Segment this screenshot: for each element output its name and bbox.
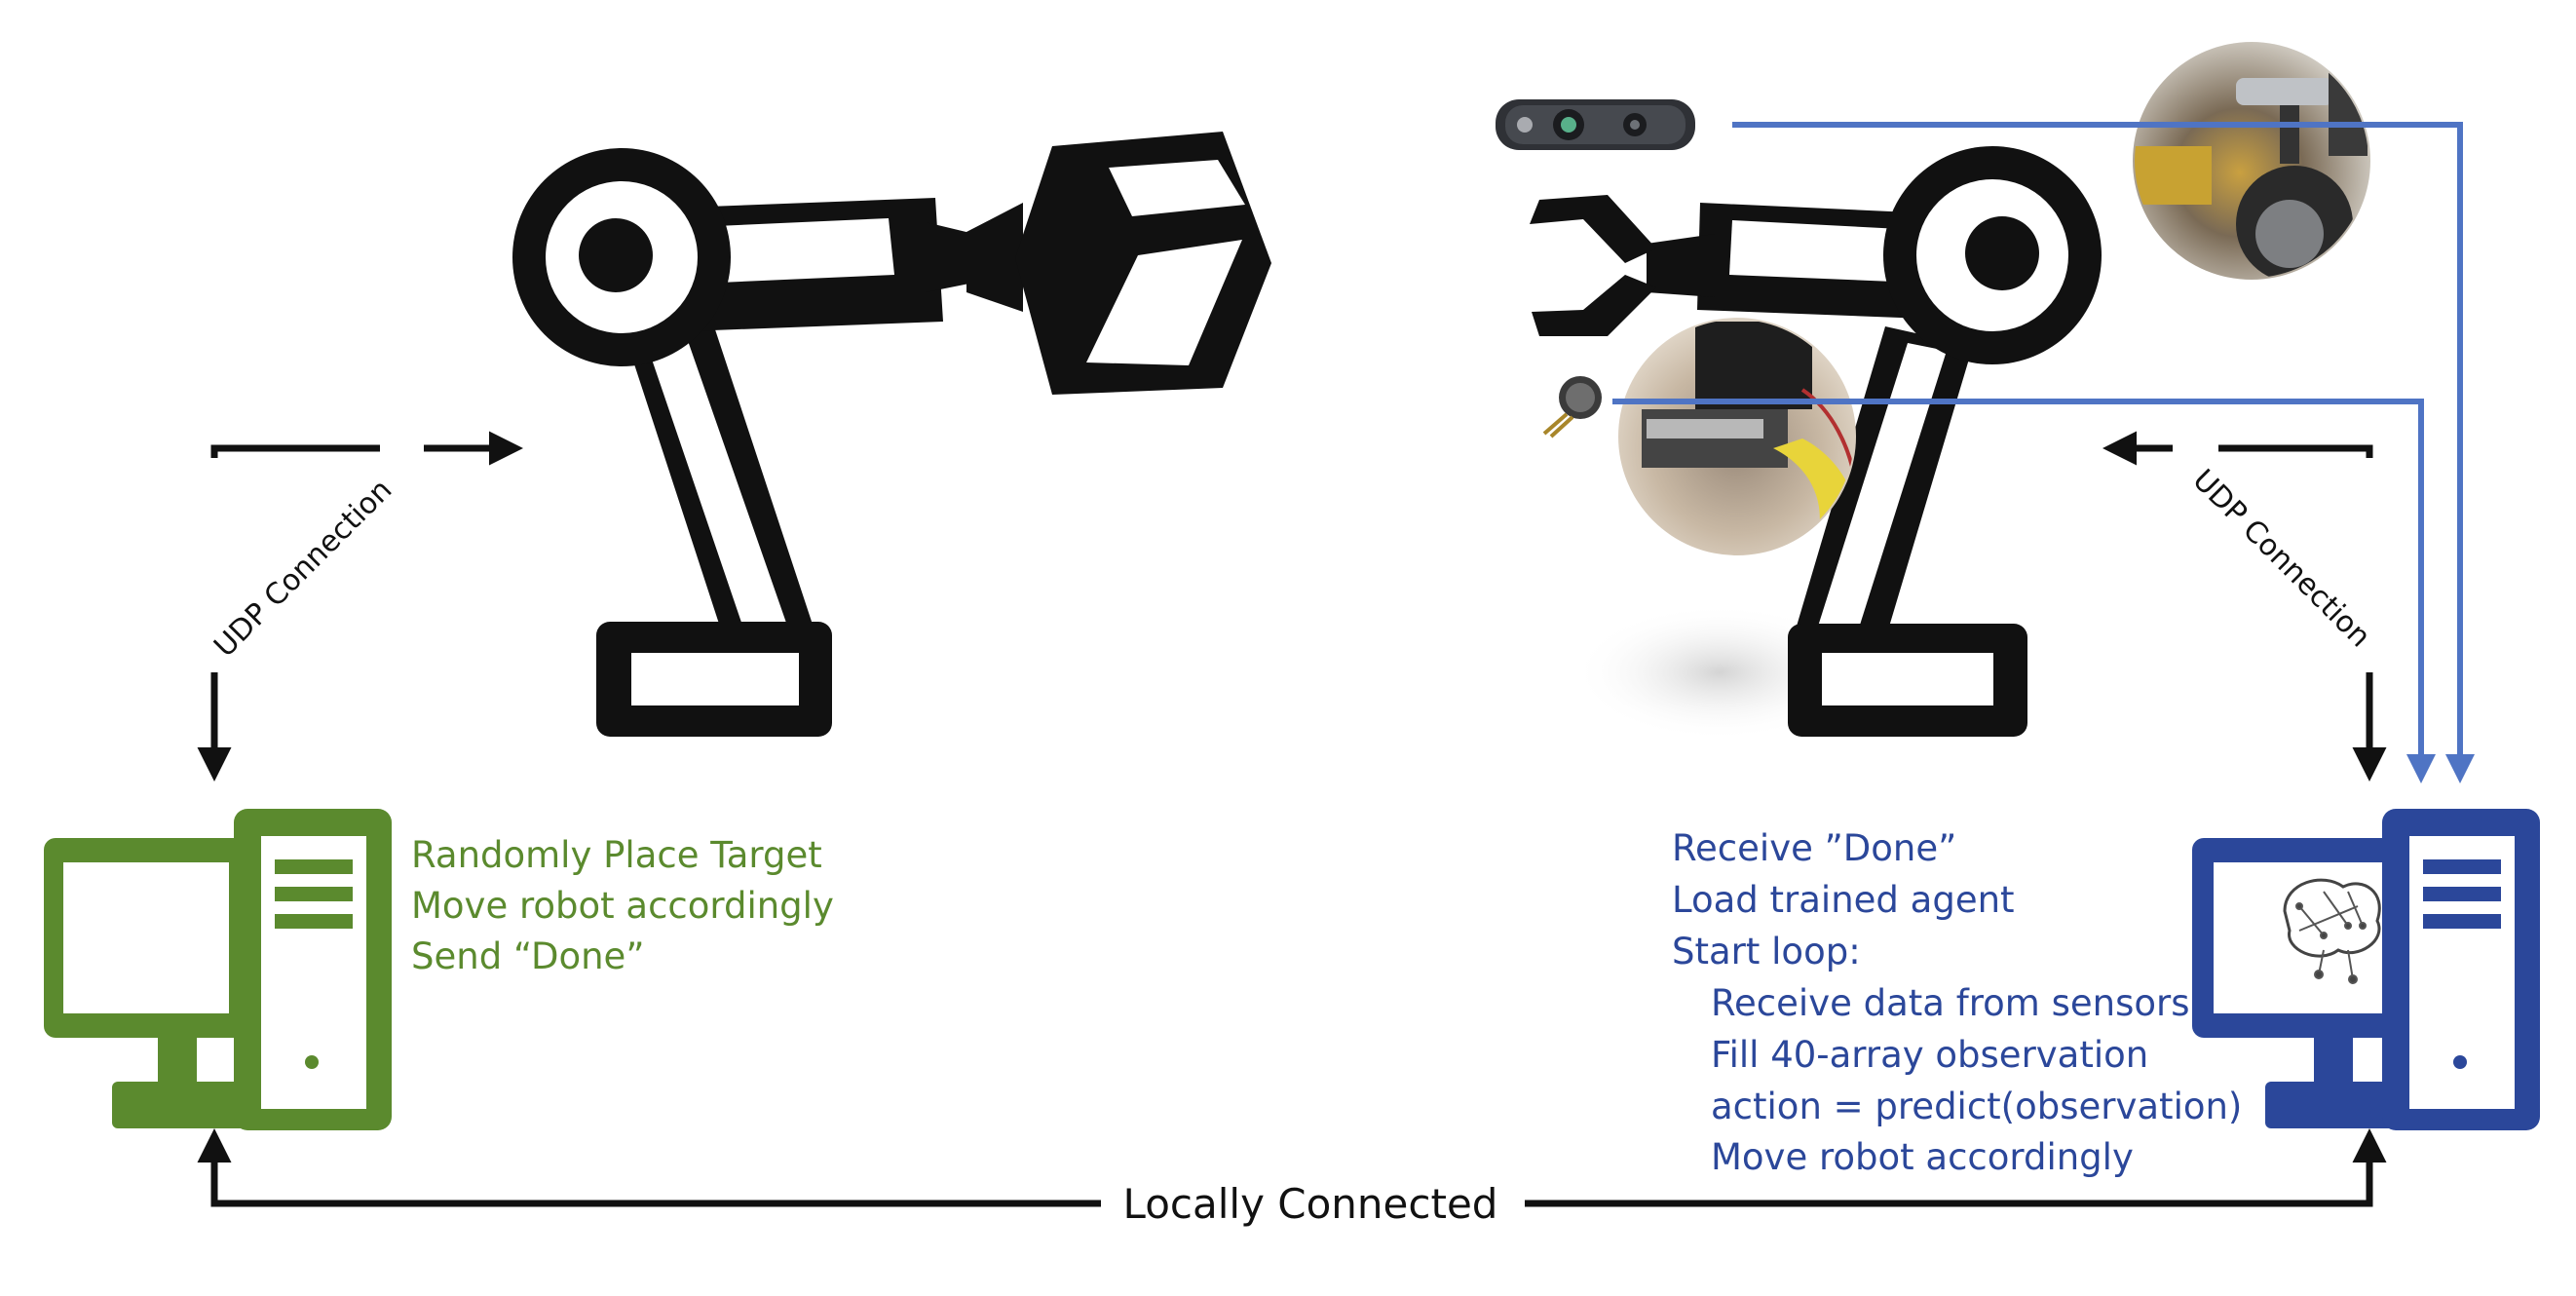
gripper-photo — [1618, 318, 1856, 555]
left-robot-arm-icon — [512, 132, 1271, 737]
right-line-2: Load trained agent — [1672, 879, 2015, 921]
right-loop-line-3: action = predict(observation) — [1711, 1086, 2242, 1127]
right-loop-line-4: Move robot accordingly — [1711, 1136, 2134, 1178]
force-sensor-icon — [1542, 376, 1602, 438]
right-computer-icon — [2192, 809, 2540, 1130]
camera-mount-photo — [2133, 42, 2370, 280]
right-line-1: Receive ”Done” — [1672, 827, 1956, 869]
left-line-1: Randomly Place Target — [411, 834, 822, 876]
right-line-3: Start loop: — [1672, 931, 1861, 972]
system-diagram: UDP Connection UDP Connection Locally Co… — [44, 42, 2540, 1228]
right-loop-line-2: Fill 40-array observation — [1711, 1034, 2148, 1076]
depth-camera-icon — [1496, 99, 1695, 150]
locally-connected-label: Locally Connected — [1123, 1180, 1498, 1228]
left-line-2: Move robot accordingly — [411, 885, 834, 927]
left-computer-icon — [44, 809, 392, 1130]
left-line-3: Send “Done” — [411, 935, 645, 977]
right-loop-line-1: Receive data from sensors — [1711, 982, 2189, 1024]
